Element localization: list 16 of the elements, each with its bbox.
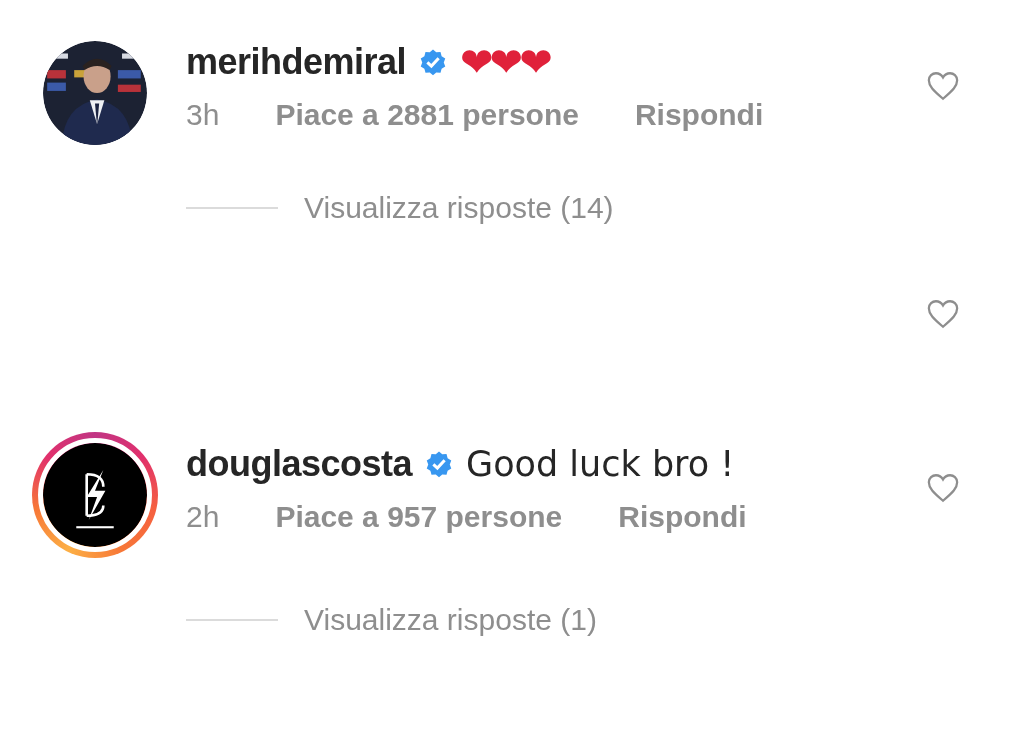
view-replies-link[interactable]: Visualizza risposte (1) xyxy=(304,603,597,637)
time-ago: 2h xyxy=(186,500,220,534)
username[interactable]: douglascosta xyxy=(186,443,413,485)
lightning-logo-icon xyxy=(38,438,152,552)
username[interactable]: merihdemiral xyxy=(186,41,407,83)
heart-icon[interactable] xyxy=(926,298,960,330)
time-ago: 3h xyxy=(186,98,220,132)
likes-count[interactable]: Piace a 2881 persone xyxy=(275,98,579,132)
heart-icon[interactable] xyxy=(926,472,960,504)
likes-count[interactable]: Piace a 957 persone xyxy=(275,500,563,534)
comment-text: ❤❤❤ xyxy=(460,39,549,85)
comment-text: Good luck bro ! xyxy=(466,444,735,484)
view-replies-link[interactable]: Visualizza risposte (14) xyxy=(304,191,614,225)
reply-link[interactable]: Rispondi xyxy=(634,98,764,132)
reply-link[interactable]: Rispondi xyxy=(618,500,747,534)
heart-icon[interactable] xyxy=(926,70,960,102)
